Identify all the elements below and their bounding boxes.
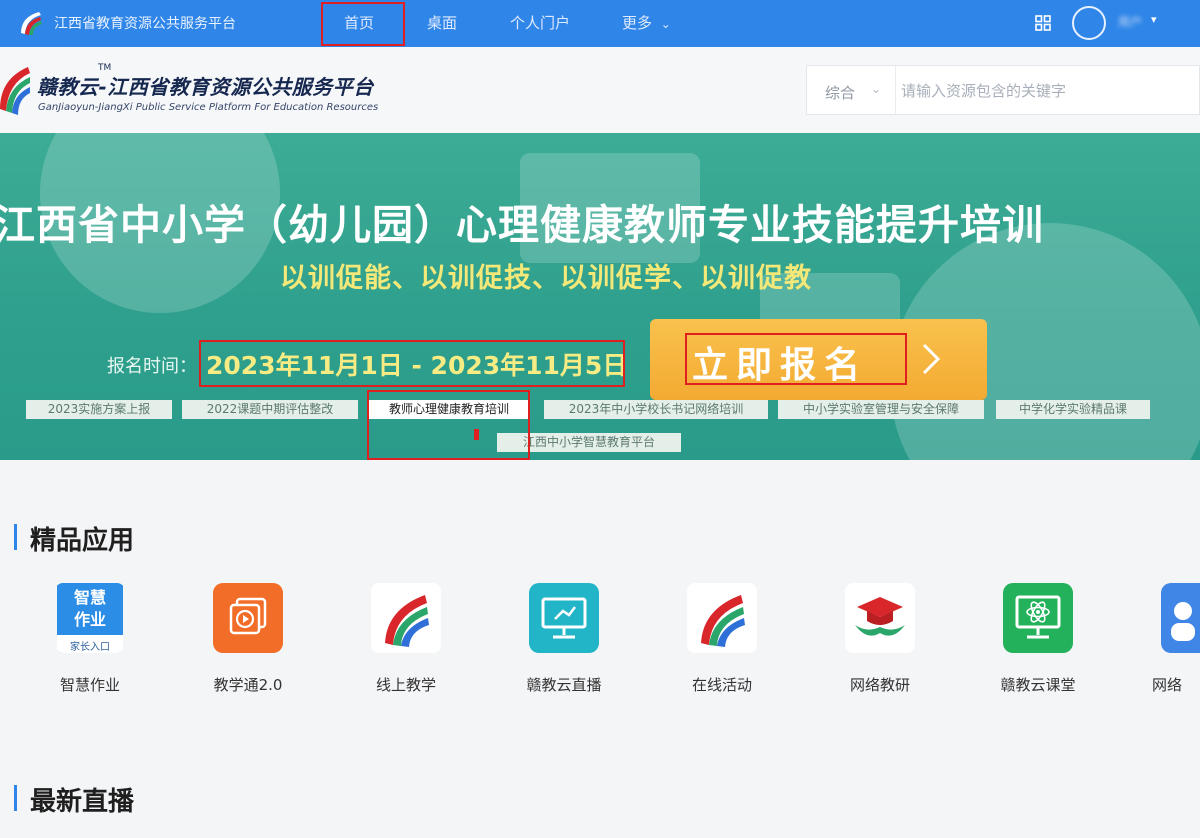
site-title[interactable]: 江西省教育资源公共服务平台 xyxy=(54,13,236,33)
latest-live-title: 最新直播 xyxy=(30,787,135,817)
app-live-broadcast[interactable]: 赣教云直播 xyxy=(494,583,634,694)
registration-dates-highlight xyxy=(199,340,625,387)
annotation-mark xyxy=(474,429,479,440)
search-category-label: 综合 xyxy=(825,84,856,102)
search-category-select[interactable]: 综合 ⌄ xyxy=(807,66,896,114)
banner-slogan: 以训促能、以训促技、以训促学、以训促教 xyxy=(280,263,812,294)
smart-homework-icon-line2: 作业 xyxy=(73,610,106,629)
app-label: 赣教云课堂 xyxy=(1000,676,1076,694)
nav-personal-portal[interactable]: 个人门户 xyxy=(510,12,570,33)
smart-homework-icon-line1: 智慧 xyxy=(73,588,106,607)
ganjiaoyun-logo-icon xyxy=(687,583,757,653)
quick-link-principal-training[interactable]: 2023年中小学校长书记网络培训 xyxy=(544,400,768,419)
smart-homework-parent-entry: 家长入口 xyxy=(70,642,110,653)
avatar[interactable] xyxy=(1072,6,1106,40)
app-label: 赣教云直播 xyxy=(526,676,602,694)
brand-subtitle: GanJiaoyun-JiangXi Public Service Platfo… xyxy=(38,102,379,113)
registration-time-label: 报名时间： xyxy=(107,356,197,377)
app-online-research[interactable]: 网络教研 xyxy=(810,583,950,694)
smart-homework-icon-text: 智慧 作业 xyxy=(57,587,123,631)
quick-link-midterm-review[interactable]: 2022课题中期评估整改 xyxy=(182,400,358,419)
banner-title: 江西省中小学（幼儿园）心理健康教师专业技能提升培训 xyxy=(0,201,1044,249)
app-jiaoxuetong[interactable]: 教学通2.0 xyxy=(178,583,318,694)
app-label: 线上教学 xyxy=(375,676,436,694)
signup-highlight xyxy=(685,333,907,385)
app-label: 教学通2.0 xyxy=(213,676,283,694)
quick-link-implementation-plan[interactable]: 2023实施方案上报 xyxy=(26,400,172,419)
brand-logo-icon[interactable] xyxy=(0,59,30,119)
chevron-down-icon: ⌄ xyxy=(660,17,671,31)
brand-trademark: TM xyxy=(98,63,112,73)
graduation-cap-icon xyxy=(845,583,915,653)
user-name[interactable]: 用户 xyxy=(1118,13,1142,30)
featured-apps-title: 精品应用 xyxy=(30,526,135,556)
live-screen-icon xyxy=(529,583,599,653)
app-label: 在线活动 xyxy=(691,676,752,694)
app-online-activity[interactable]: 在线活动 xyxy=(652,583,792,694)
atom-screen-icon xyxy=(1003,583,1073,653)
section-accent-bar xyxy=(14,524,17,550)
video-play-icon xyxy=(213,583,283,653)
training-banner[interactable]: 江西省中小学（幼儿园）心理健康教师专业技能提升培训 以训促能、以训促技、以训促学… xyxy=(0,133,1200,460)
nav-more[interactable]: 更多 ⌄ xyxy=(622,12,671,33)
ganjiaoyun-logo-icon xyxy=(371,583,441,653)
apps-grid-icon[interactable] xyxy=(1035,15,1051,31)
nav-home-highlight xyxy=(321,2,405,46)
caret-down-icon[interactable]: ▾ xyxy=(1151,13,1157,26)
chevron-down-icon: ⌄ xyxy=(871,82,882,96)
app-online-teaching[interactable]: 线上教学 xyxy=(336,583,476,694)
site-logo-icon[interactable] xyxy=(18,9,44,37)
quick-link-lab-safety[interactable]: 中小学实验室管理与安全保障 xyxy=(778,400,984,419)
brand-title[interactable]: 赣教云-江西省教育资源公共服务平台 xyxy=(37,71,374,100)
app-cloud-classroom[interactable]: 赣教云课堂 xyxy=(968,583,1108,694)
app-smart-homework[interactable]: 智慧 作业 家长入口 智慧作业 xyxy=(20,583,160,694)
search-bar: 综合 ⌄ xyxy=(806,65,1200,115)
app-network-partial[interactable]: 网络 xyxy=(1126,583,1200,693)
search-input[interactable] xyxy=(899,74,1193,108)
top-nav-bar: 江西省教育资源公共服务平台 首页 桌面 个人门户 更多 ⌄ 用户 ▾ xyxy=(0,0,1200,47)
partial-app-icon xyxy=(1161,583,1200,653)
app-label: 智慧作业 xyxy=(59,676,120,694)
nav-more-label: 更多 xyxy=(622,14,653,32)
chevron-right-icon xyxy=(922,343,941,375)
app-label: 网络教研 xyxy=(849,676,910,694)
quick-link-highlight xyxy=(367,390,530,460)
app-label: 网络 xyxy=(1152,676,1183,693)
signup-button[interactable]: 立即报名 xyxy=(650,319,987,400)
section-accent-bar xyxy=(14,785,17,811)
quick-link-chemistry-course[interactable]: 中学化学实验精品课 xyxy=(996,400,1150,419)
nav-desktop[interactable]: 桌面 xyxy=(427,12,457,33)
